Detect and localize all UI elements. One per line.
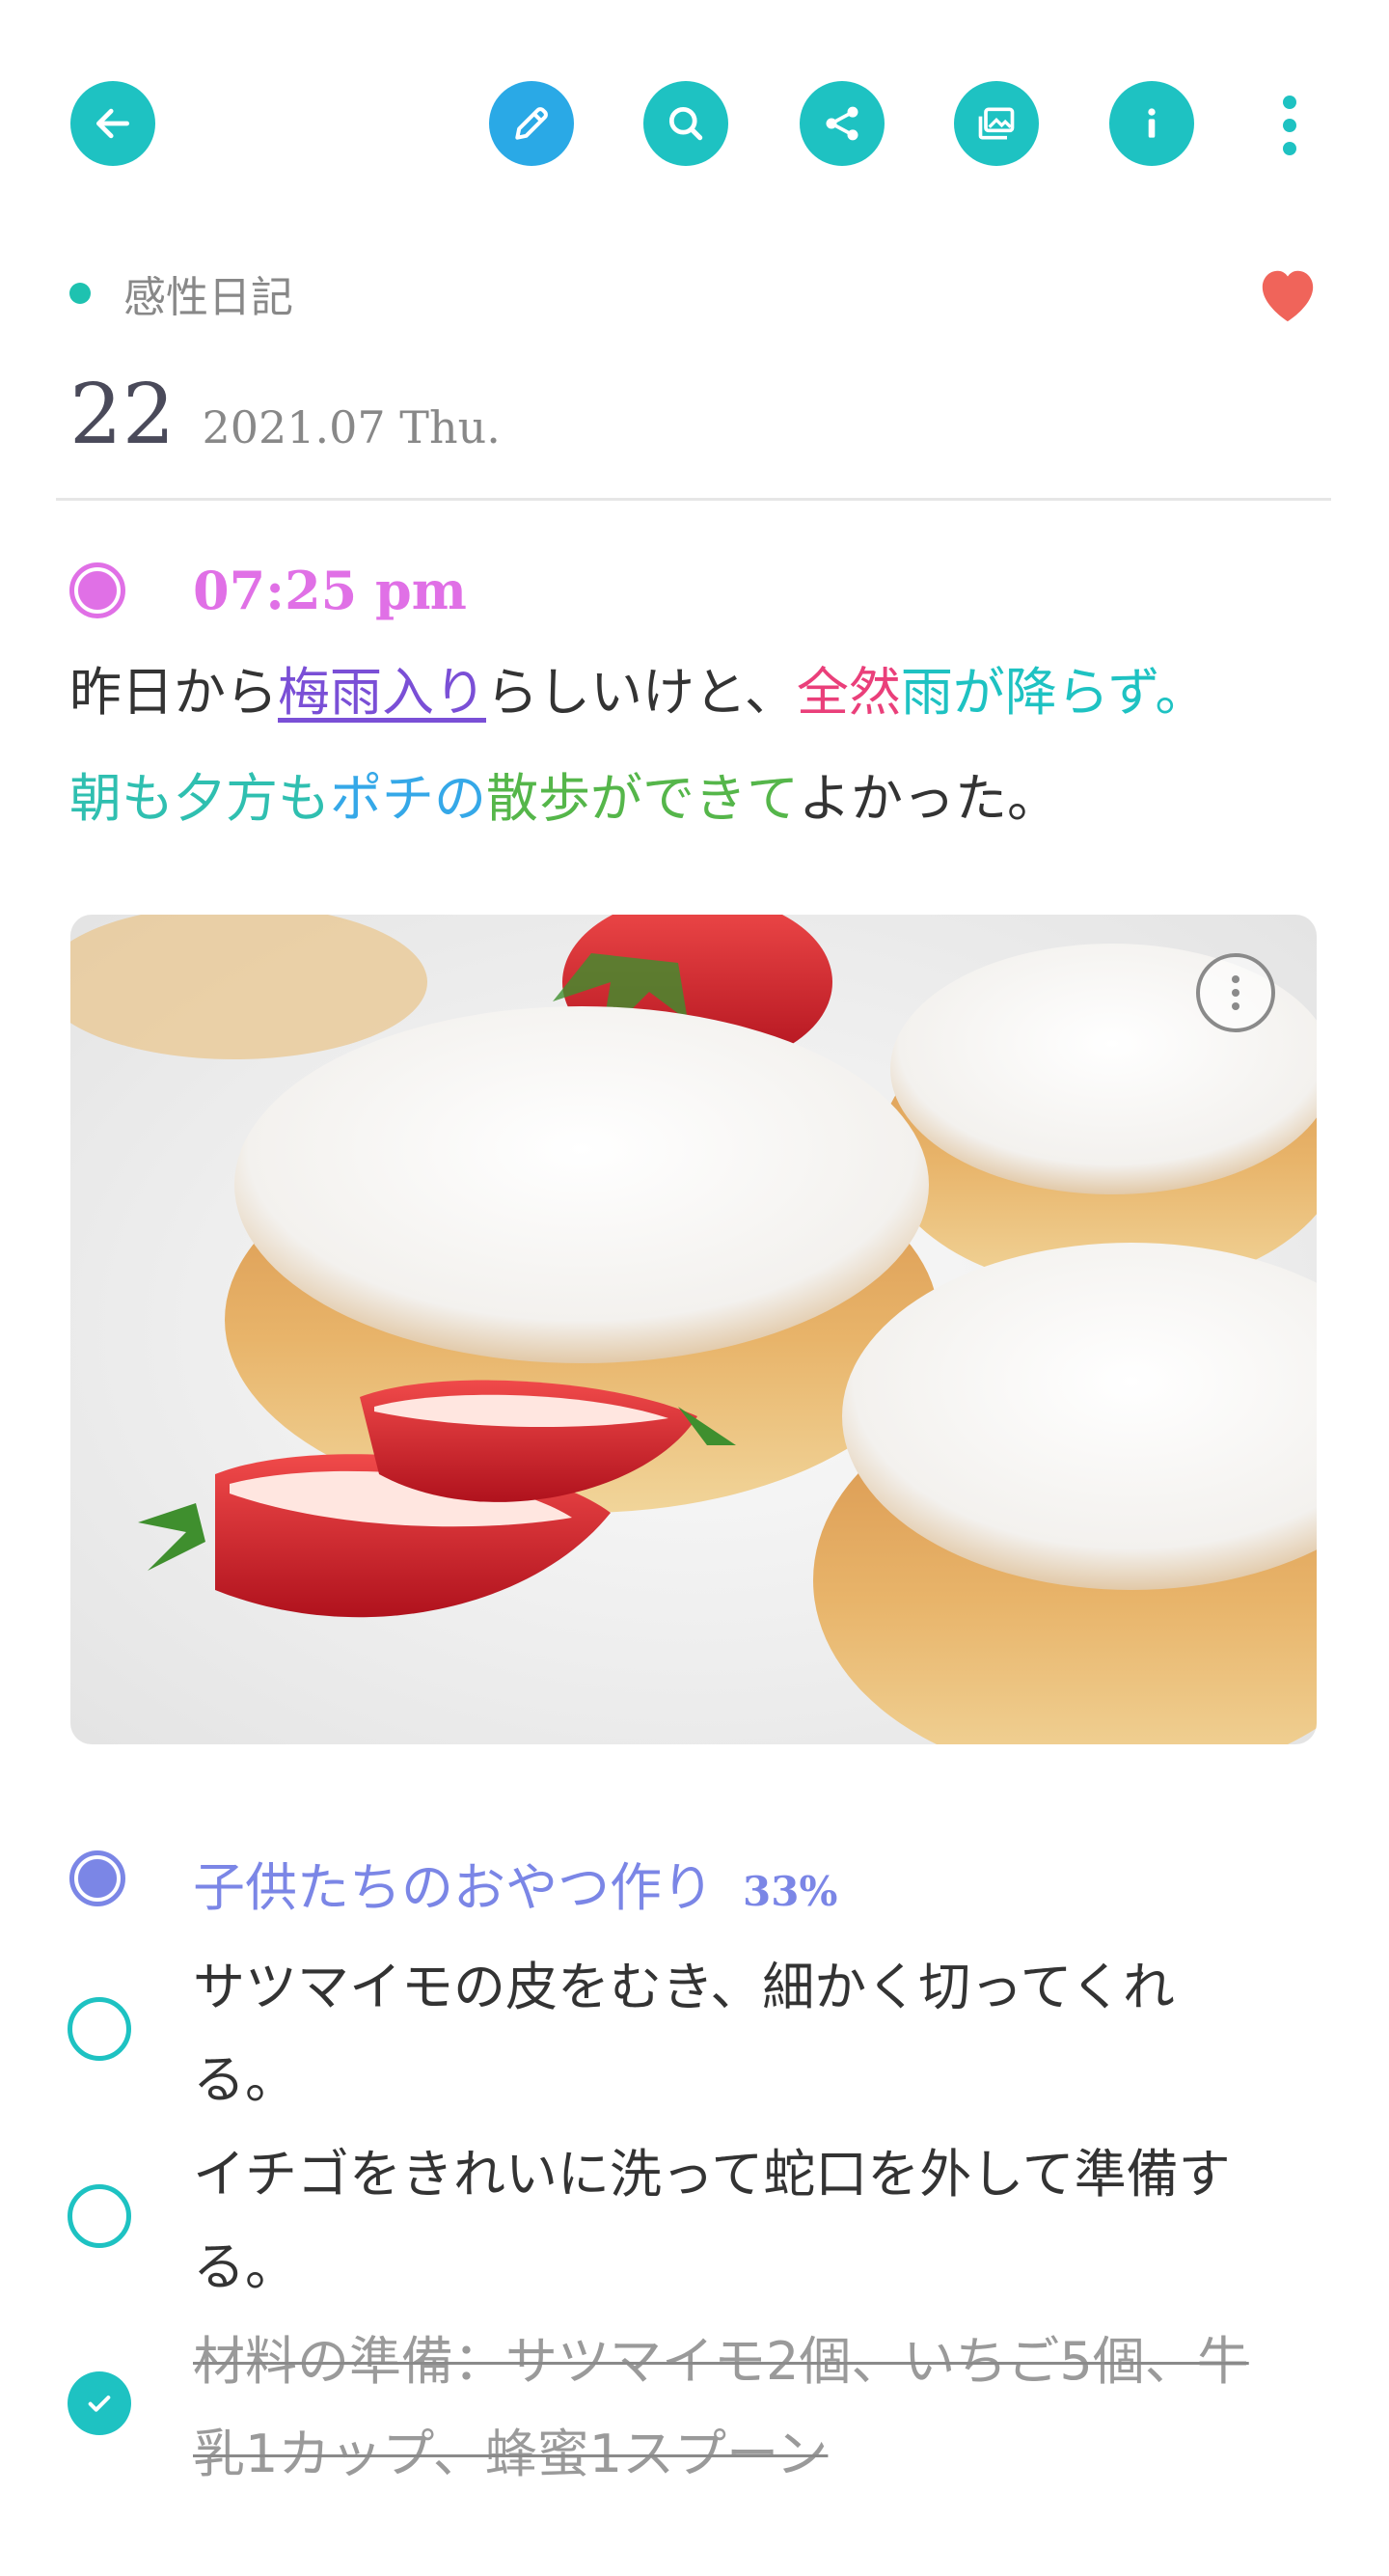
entry-text-segment: ポチの — [330, 768, 486, 829]
entry-text-segment: 昨日から — [69, 662, 278, 723]
more-vertical-icon[interactable] — [1264, 83, 1316, 168]
entry-photo[interactable] — [70, 915, 1317, 1744]
category-dot — [69, 283, 91, 304]
todo-marker-icon — [69, 1850, 125, 1906]
search-icon — [668, 106, 703, 141]
info-button[interactable] — [1109, 81, 1194, 166]
todo-title: 子供たちのおやつ作り 33% — [193, 1845, 837, 1921]
share-button[interactable] — [800, 81, 885, 166]
entry-text-line-1: 昨日から梅雨入りらしいけと、全然雨が降らず。 — [69, 662, 1333, 724]
heart-icon[interactable] — [1254, 262, 1321, 324]
entry-marker-icon — [69, 562, 125, 618]
todo-checkbox-3-checked[interactable] — [68, 2371, 131, 2435]
todo-checkbox-2[interactable] — [68, 2184, 131, 2248]
info-icon — [1148, 108, 1156, 138]
entry-text-segment: 散歩ができて — [486, 768, 799, 829]
photo-menu-icon[interactable] — [1196, 953, 1275, 1032]
gallery-button[interactable] — [954, 81, 1039, 166]
check-icon — [88, 2396, 111, 2412]
todo-checkbox-1[interactable] — [68, 1997, 131, 2061]
todo-item-3[interactable]: 材料の準備：サツマイモ2個、いちご5個、牛乳1カップ、蜂蜜1スプーン — [193, 2316, 1264, 2501]
back-arrow-icon — [95, 108, 130, 139]
pencil-icon — [515, 107, 548, 140]
entry-text-segment: 雨が降らず。 — [900, 662, 1208, 723]
entry-text-segment: よかった。 — [799, 768, 1059, 829]
entry-text-segment: 朝も夕方も — [69, 768, 330, 829]
donuts-photo — [70, 915, 1317, 1744]
todo-title-text: 子供たちのおやつ作り — [193, 1857, 714, 1918]
edit-button[interactable] — [489, 81, 574, 166]
gallery-icon — [978, 107, 1015, 140]
entry-text-segment: 全然 — [796, 662, 901, 723]
back-button[interactable] — [70, 81, 155, 166]
todo-item-2[interactable]: イチゴをきれいに洗って蛇口を外して準備する。 — [193, 2128, 1264, 2314]
todo-item-1[interactable]: サツマイモの皮をむき、細かく切ってくれる。 — [193, 1941, 1264, 2126]
entry-date: 22 2021.07 Thu. — [69, 367, 501, 463]
entry-text-segment: らしいけと、 — [486, 662, 797, 723]
diary-category: 感性日記 — [69, 268, 293, 322]
date-day: 22 — [69, 367, 176, 463]
entry-text-segment: 梅雨入り — [278, 662, 486, 723]
date-month-year: 2021.07 Thu. — [202, 401, 501, 453]
share-icon — [826, 106, 858, 141]
divider — [56, 498, 1331, 501]
entry-time: 07:25 pm — [193, 560, 467, 621]
todo-progress: 33% — [743, 1868, 838, 1915]
search-button[interactable] — [643, 81, 728, 166]
entry-text-line-2: 朝も夕方もポチの散歩ができてよかった。 — [69, 768, 1333, 830]
category-label: 感性日記 — [123, 273, 293, 322]
top-toolbar — [0, 0, 1389, 241]
